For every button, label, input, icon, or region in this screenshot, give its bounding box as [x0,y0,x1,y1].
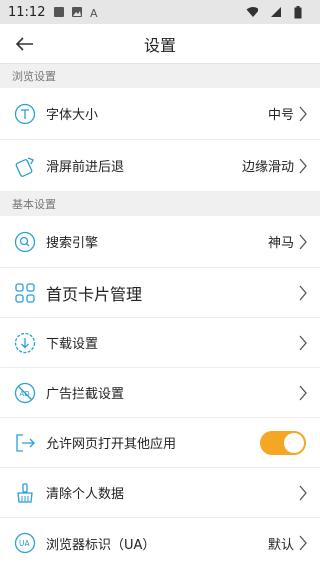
font-size-icon [14,103,36,125]
arrow-left-icon [15,37,33,51]
setting-label: 搜索引擎 [46,236,99,251]
broom-icon [14,482,36,504]
app-header: 设置 [0,24,320,64]
battery-icon [294,6,306,19]
setting-download[interactable]: 下载设置 [0,318,320,368]
chevron-right-icon [299,485,307,500]
section-header-basic: 基本设置 [0,192,320,216]
font-notification-icon: A [89,6,101,18]
ad-block-icon: AD [14,382,36,404]
setting-font-size[interactable]: 字体大小 中号 [0,88,320,140]
section-header-browsing: 浏览设置 [0,64,320,88]
setting-label: 允许网页打开其他应用 [46,437,177,452]
back-button[interactable] [12,32,38,56]
svg-text:A: A [90,7,98,18]
chevron-right-icon [299,535,307,551]
status-time: 11:12 [8,4,46,20]
setting-open-other-apps: 允许网页打开其他应用 [0,418,320,468]
setting-label: 字体大小 [46,108,99,123]
swipe-gesture-icon [14,155,36,177]
setting-user-agent[interactable]: UA 浏览器标识（UA） 默认 [0,518,320,568]
grid-icon [14,282,36,304]
open-other-apps-toggle[interactable] [260,430,306,455]
setting-swipe-navigation[interactable]: 滑屏前进后退 边缘滑动 [0,140,320,192]
setting-clear-data[interactable]: 清除个人数据 [0,468,320,518]
notification-square-icon [53,6,65,18]
svg-text:UA: UA [19,539,30,548]
signal-icon [270,6,282,18]
setting-ad-block[interactable]: AD 广告拦截设置 [0,368,320,418]
chevron-right-icon [299,385,307,400]
setting-label: 下载设置 [46,337,99,352]
status-bar: 11:12 A [0,0,320,24]
chevron-right-icon [299,158,307,173]
setting-label: 首页卡片管理 [46,284,143,304]
setting-search-engine[interactable]: 搜索引擎 神马 [0,216,320,268]
chevron-right-icon [299,285,307,300]
chevron-right-icon [299,234,307,249]
chevron-right-icon [299,335,307,350]
setting-label: 广告拦截设置 [46,387,125,402]
search-icon [14,231,36,253]
setting-label: 浏览器标识（UA） [46,537,156,553]
setting-home-cards[interactable]: 首页卡片管理 [0,268,320,318]
setting-label: 滑屏前进后退 [46,160,125,175]
page-title: 设置 [143,35,176,55]
wifi-icon [246,6,258,18]
setting-value: 默认 [267,537,294,553]
toggle-knob [284,432,304,453]
chevron-right-icon [299,106,307,121]
setting-value: 中号 [267,108,294,123]
setting-value: 边缘滑动 [241,160,294,175]
setting-label: 清除个人数据 [46,487,125,502]
download-icon [14,332,36,354]
open-app-icon [14,432,36,454]
image-notification-icon [71,6,83,18]
setting-value: 神马 [267,236,294,251]
ua-icon: UA [14,532,36,554]
